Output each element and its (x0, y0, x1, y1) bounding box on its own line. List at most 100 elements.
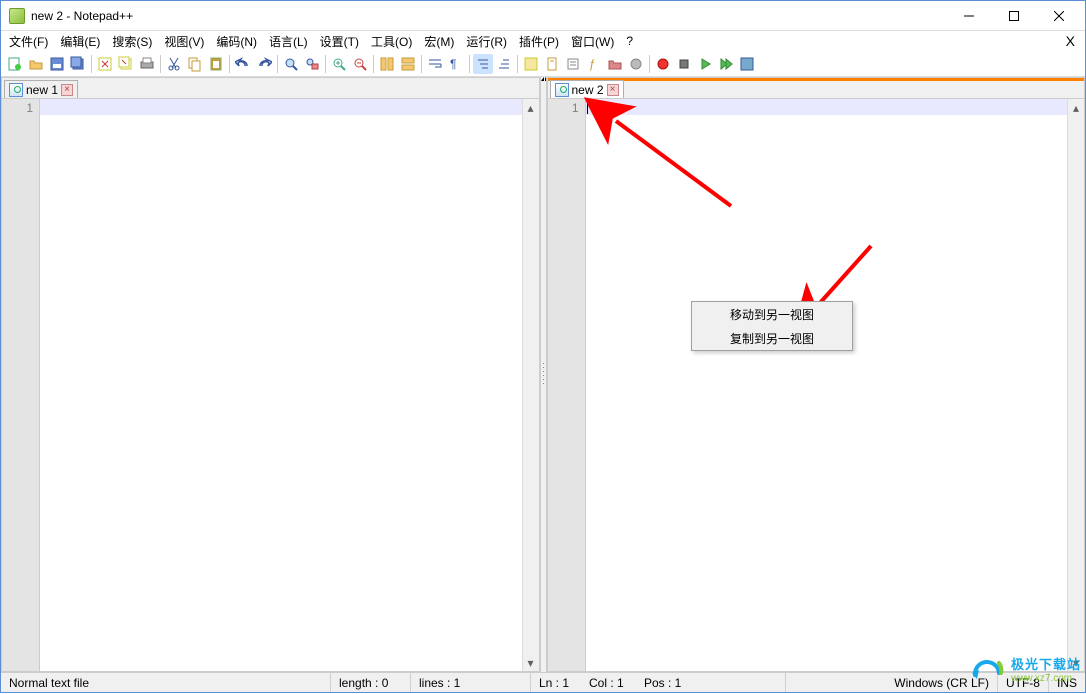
ctx-move-to-other-view[interactable]: 移动到另一视图 (692, 302, 852, 326)
tab-new-2[interactable]: new 2 × (550, 80, 624, 98)
cut-icon[interactable] (164, 54, 184, 74)
play-multi-icon[interactable] (716, 54, 736, 74)
menu-bar: 文件(F) 编辑(E) 搜索(S) 视图(V) 编码(N) 语言(L) 设置(T… (1, 31, 1085, 51)
text-area[interactable] (586, 99, 1068, 671)
window-title: new 2 - Notepad++ (31, 9, 946, 23)
minimize-button[interactable] (946, 2, 991, 30)
save-macro-icon[interactable] (737, 54, 757, 74)
menu-edit[interactable]: 编辑(E) (54, 31, 106, 52)
play-macro-icon[interactable] (695, 54, 715, 74)
scroll-up-icon[interactable]: ▴ (1068, 99, 1084, 116)
tab-close-icon[interactable]: × (607, 84, 619, 96)
caret (587, 100, 588, 114)
open-file-icon[interactable] (26, 54, 46, 74)
ctx-clone-to-other-view[interactable]: 复制到另一视图 (692, 326, 852, 350)
watermark-logo-icon (969, 655, 1005, 683)
status-lines: lines : 1 (411, 673, 531, 692)
file-icon (555, 83, 569, 97)
left-pane: new 1 × 1 ▴ ▾ (1, 77, 540, 672)
doclist-icon[interactable] (563, 54, 583, 74)
app-icon (9, 8, 25, 24)
vertical-scrollbar[interactable]: ▴ ▾ (522, 99, 539, 671)
menu-file[interactable]: 文件(F) (3, 31, 54, 52)
save-file-icon[interactable] (47, 54, 67, 74)
sync-v-icon[interactable] (377, 54, 397, 74)
tab-label: new 2 (572, 83, 604, 97)
line-gutter: 1 (548, 99, 586, 671)
menu-run[interactable]: 运行(R) (460, 31, 513, 52)
menu-window[interactable]: 窗口(W) (565, 31, 620, 52)
status-length: length : 0 (331, 673, 411, 692)
indent-guide-icon[interactable] (473, 54, 493, 74)
sync-h-icon[interactable] (398, 54, 418, 74)
tab-new-1[interactable]: new 1 × (4, 80, 78, 98)
close-all-icon[interactable] (116, 54, 136, 74)
menu-help[interactable]: ? (620, 32, 639, 50)
context-menu: 移动到另一视图 复制到另一视图 (691, 301, 853, 351)
copy-icon[interactable] (185, 54, 205, 74)
maximize-button[interactable] (991, 2, 1036, 30)
status-ln: Ln : 1 (531, 673, 581, 692)
monitor-icon[interactable] (626, 54, 646, 74)
menu-encoding[interactable]: 编码(N) (210, 31, 263, 52)
file-icon (9, 83, 23, 97)
splitter-arrows-icon (541, 77, 546, 87)
toolbar: ¶ ƒ (1, 51, 1085, 77)
paste-icon[interactable] (206, 54, 226, 74)
menu-x-button[interactable]: X (1058, 31, 1083, 51)
current-line-highlight (40, 99, 522, 115)
menu-search[interactable]: 搜索(S) (106, 31, 158, 52)
zoom-in-icon[interactable] (329, 54, 349, 74)
split-panes: new 1 × 1 ▴ ▾ new 2 × (1, 77, 1085, 672)
func-list-icon[interactable]: ƒ (584, 54, 604, 74)
menu-tools[interactable]: 工具(O) (365, 31, 418, 52)
zoom-out-icon[interactable] (350, 54, 370, 74)
splitter[interactable] (540, 77, 547, 672)
watermark-text-1: 极光下载站 (1011, 654, 1081, 673)
right-tab-bar: new 2 × (548, 78, 1085, 99)
undo-icon[interactable] (233, 54, 253, 74)
replace-icon[interactable] (302, 54, 322, 74)
left-editor[interactable]: 1 ▴ ▾ (2, 99, 539, 671)
status-filetype: Normal text file (1, 673, 331, 692)
status-pos: Pos : 1 (636, 673, 786, 692)
vertical-scrollbar[interactable]: ▴ ▾ (1067, 99, 1084, 671)
watermark: 极光下载站 www.xz7.com (969, 654, 1081, 684)
tab-label: new 1 (26, 83, 58, 97)
watermark-text-2: www.xz7.com (1011, 673, 1081, 684)
svg-text:¶: ¶ (450, 57, 456, 71)
new-file-icon[interactable] (5, 54, 25, 74)
left-tab-bar: new 1 × (2, 78, 539, 99)
scroll-up-icon[interactable]: ▴ (523, 99, 539, 116)
wordwrap-icon[interactable] (425, 54, 445, 74)
status-col: Col : 1 (581, 673, 636, 692)
stop-macro-icon[interactable] (674, 54, 694, 74)
current-line-highlight (586, 99, 1068, 115)
menu-language[interactable]: 语言(L) (263, 31, 314, 52)
show-all-chars-icon[interactable]: ¶ (446, 54, 466, 74)
close-file-icon[interactable] (95, 54, 115, 74)
status-bar: Normal text file length : 0 lines : 1 Ln… (1, 672, 1085, 692)
folder-as-workspace-icon[interactable] (605, 54, 625, 74)
svg-text:ƒ: ƒ (589, 57, 596, 71)
record-macro-icon[interactable] (653, 54, 673, 74)
redo-icon[interactable] (254, 54, 274, 74)
menu-plugins[interactable]: 插件(P) (513, 31, 565, 52)
find-icon[interactable] (281, 54, 301, 74)
right-editor[interactable]: 1 ▴ ▾ (548, 99, 1085, 671)
scroll-down-icon[interactable]: ▾ (523, 654, 539, 671)
right-pane: new 2 × 1 ▴ ▾ (547, 77, 1086, 672)
save-all-icon[interactable] (68, 54, 88, 74)
line-gutter: 1 (2, 99, 40, 671)
tab-close-icon[interactable]: × (61, 84, 73, 96)
menu-settings[interactable]: 设置(T) (314, 31, 365, 52)
docmap-icon[interactable] (542, 54, 562, 74)
menu-view[interactable]: 视图(V) (158, 31, 210, 52)
menu-macro[interactable]: 宏(M) (418, 31, 460, 52)
outdent-guide-icon[interactable] (494, 54, 514, 74)
print-icon[interactable] (137, 54, 157, 74)
text-area[interactable] (40, 99, 522, 671)
close-button[interactable] (1036, 2, 1081, 30)
title-bar: new 2 - Notepad++ (1, 1, 1085, 31)
userdef-icon[interactable] (521, 54, 541, 74)
